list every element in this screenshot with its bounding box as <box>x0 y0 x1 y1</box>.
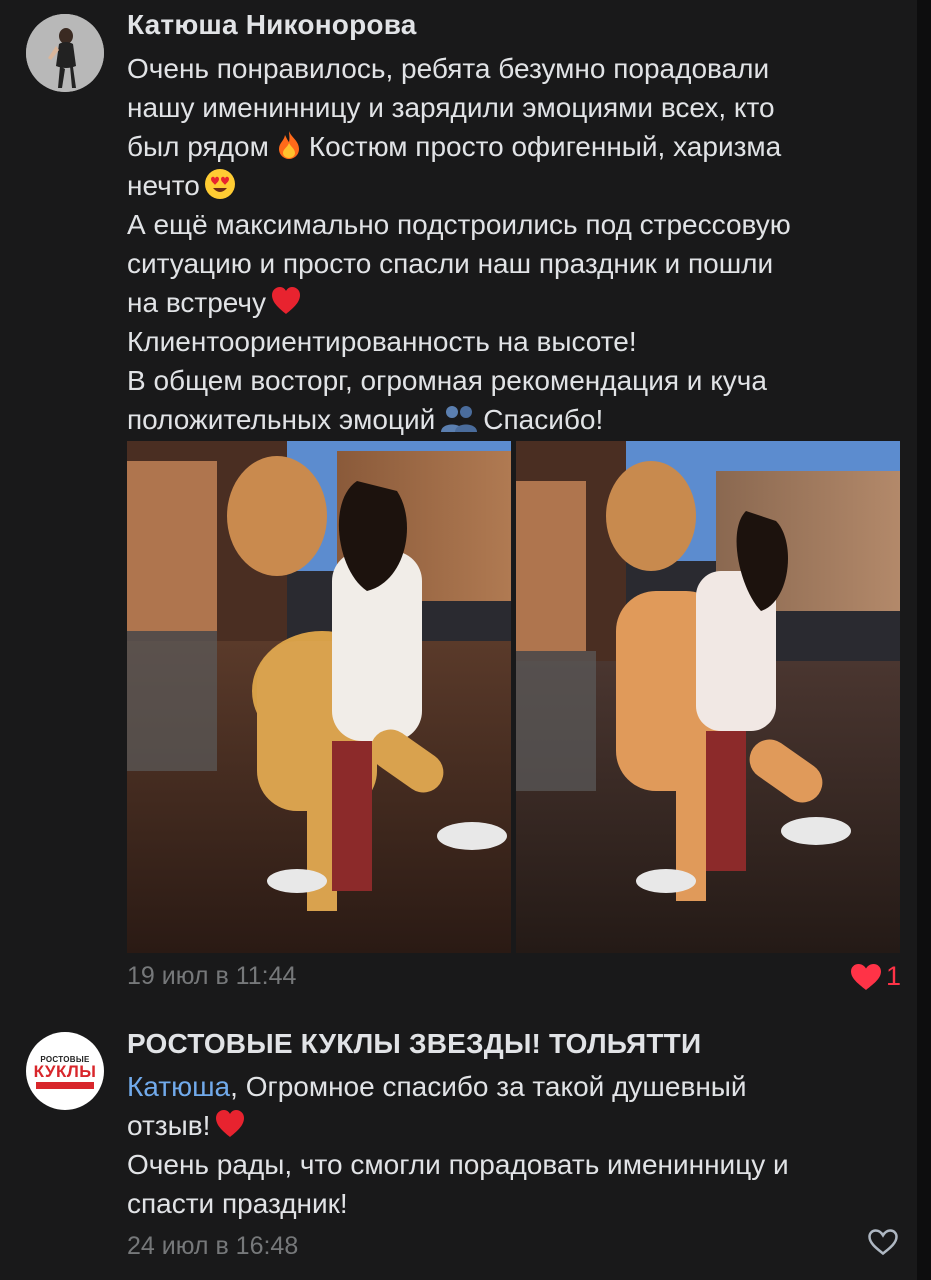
scrollbar[interactable] <box>917 0 931 1280</box>
avatar[interactable] <box>26 14 104 92</box>
people-emoji <box>441 406 478 432</box>
comment-photos <box>127 441 900 953</box>
comment-line: на встречу <box>127 283 897 322</box>
comment-line: был рядом Костюм просто офигенный, харизм… <box>127 131 782 162</box>
comment-author[interactable]: Катюша Никонорова <box>127 9 417 41</box>
avatar[interactable]: РОСТОВЫЕ КУКЛЫ <box>26 1032 104 1110</box>
comment-line: Очень понравилось, ребята безумно порадо… <box>127 53 770 84</box>
comment-line: положительных эмоций Спасибо! <box>127 404 604 435</box>
comment-date: 24 июл в 16:48 <box>127 1232 299 1260</box>
fire-emoji <box>278 131 299 159</box>
comment-line: Клиентоориентированность на высоте! <box>127 326 637 357</box>
like-count: 1 <box>885 961 901 991</box>
comment-line: А ещё максимально подстроились под стрес… <box>127 209 791 240</box>
photo-attachment[interactable] <box>516 441 900 953</box>
brand-logo: РОСТОВЫЕ КУКЛЫ <box>26 1032 104 1110</box>
comment-line: Катюша, Огромное спасибо за такой душевн… <box>127 1071 747 1102</box>
heart-eyes-emoji <box>204 169 235 199</box>
comment-line: Очень рады, что смогли порадовать именин… <box>127 1149 789 1180</box>
comment-text: Катюша, Огромное спасибо за такой душевн… <box>127 1067 897 1223</box>
comment-line: В общем восторг, огромная рекомендация и… <box>127 365 767 396</box>
heart-outline-icon <box>868 1229 898 1256</box>
like-button[interactable]: 1 <box>850 961 901 992</box>
comment-date: 19 июл в 11:44 <box>127 962 297 990</box>
comment-author[interactable]: РОСТОВЫЕ КУКЛЫ ЗВЕЗДЫ! ТОЛЬЯТТИ <box>127 1028 701 1060</box>
red-heart-emoji <box>216 1110 245 1137</box>
comment-line: ситуацию и просто спасли наш праздник и … <box>127 248 774 279</box>
comment-text: Очень понравилось, ребята безумно порадо… <box>127 49 897 439</box>
mention-link[interactable]: Катюша <box>127 1071 230 1102</box>
comment-line: спасти праздник! <box>127 1188 348 1219</box>
red-heart-emoji <box>272 287 301 314</box>
like-button[interactable] <box>867 1228 899 1256</box>
photo-attachment[interactable] <box>127 441 511 953</box>
heart-filled-icon <box>850 963 881 990</box>
comment-line: нечто <box>127 166 897 205</box>
comment-line: отзыв! <box>127 1106 897 1145</box>
comment-line: нашу именинницу и зарядили эмоциями всех… <box>127 92 775 123</box>
